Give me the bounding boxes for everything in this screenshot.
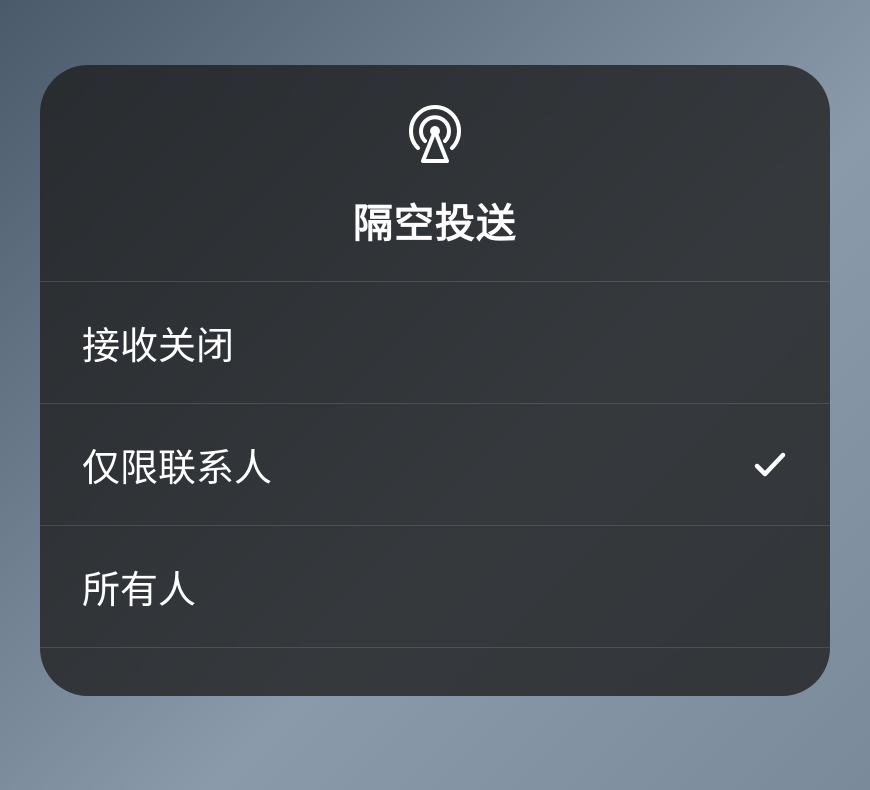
option-label: 仅限联系人 — [82, 437, 272, 492]
airdrop-settings-panel: 隔空投送 接收关闭 仅限联系人 所有人 — [40, 65, 830, 696]
option-label: 接收关闭 — [82, 315, 234, 370]
checkmark-icon — [752, 447, 788, 483]
panel-header: 隔空投送 — [40, 65, 830, 282]
option-contacts-only[interactable]: 仅限联系人 — [40, 404, 830, 526]
panel-title: 隔空投送 — [353, 191, 517, 249]
option-label: 所有人 — [82, 559, 196, 614]
option-everyone[interactable]: 所有人 — [40, 526, 830, 648]
airdrop-icon — [403, 103, 467, 167]
panel-footer — [40, 648, 830, 696]
option-receiving-off[interactable]: 接收关闭 — [40, 282, 830, 404]
